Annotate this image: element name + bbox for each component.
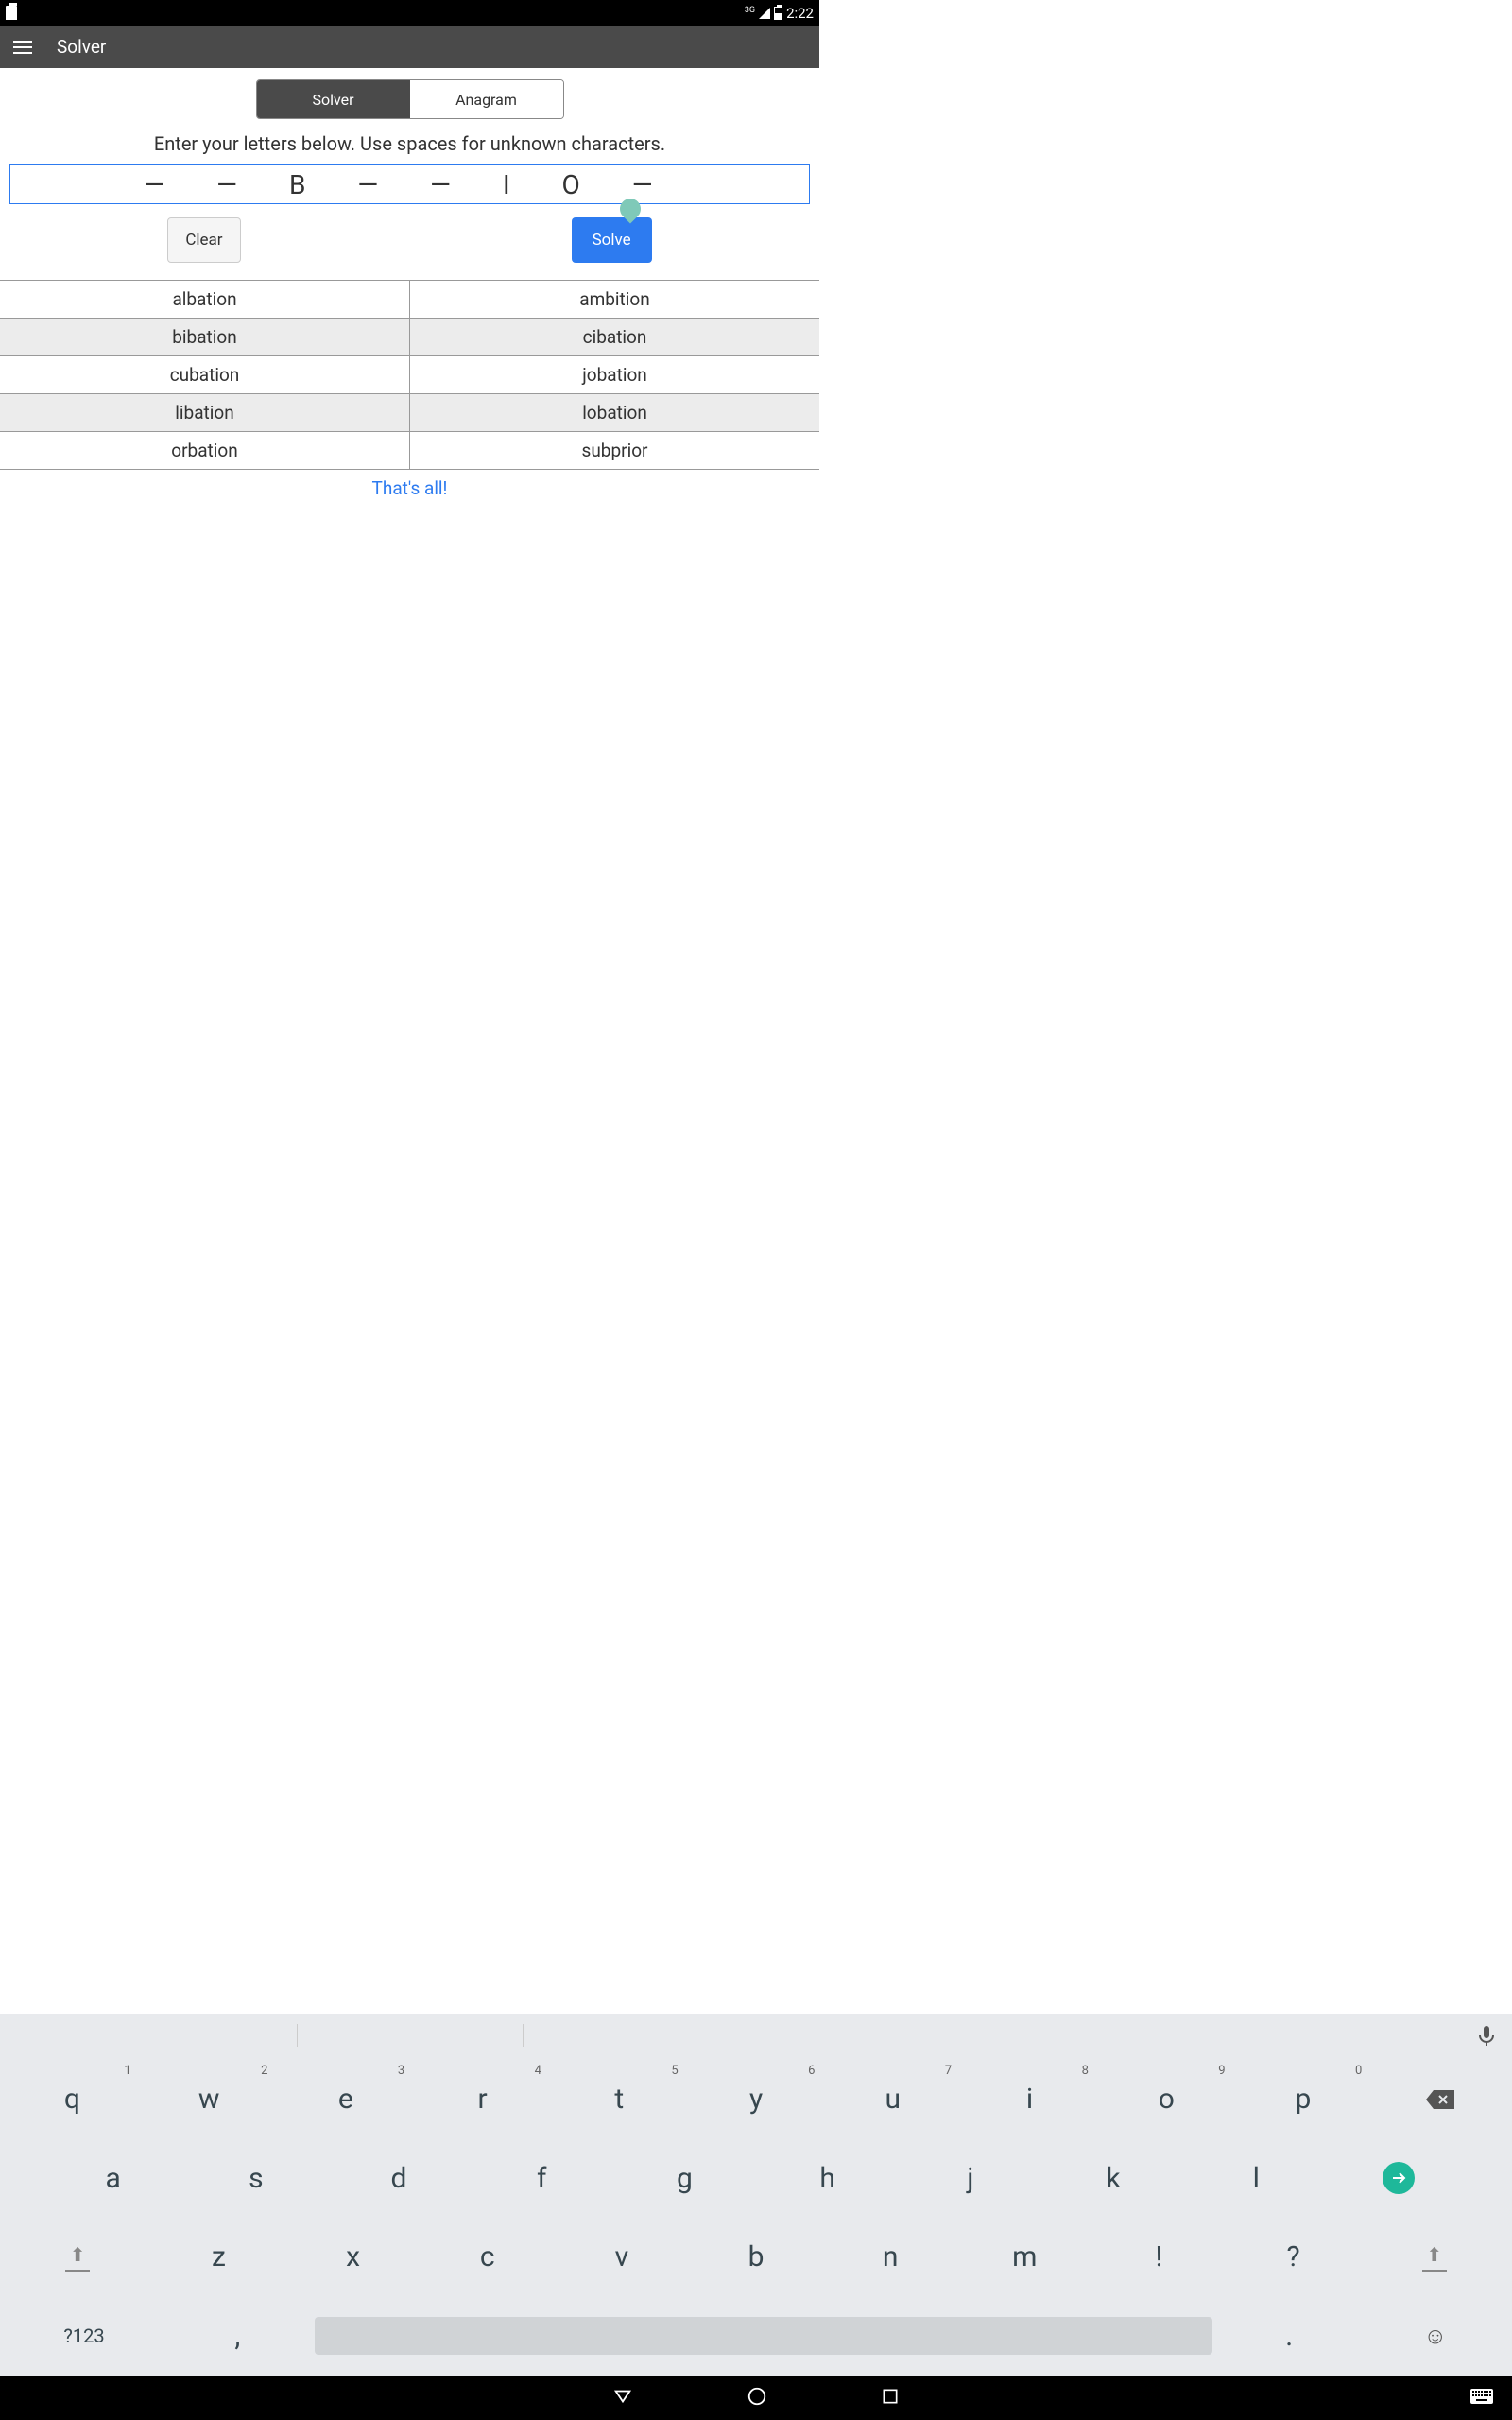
shift-key-left[interactable]: ⬆ bbox=[4, 2218, 151, 2297]
result-row: libationlobation bbox=[0, 394, 819, 432]
key-s[interactable]: s bbox=[184, 2139, 327, 2219]
results-table: albationambitionbibationcibationcubation… bbox=[0, 280, 819, 470]
key-l[interactable]: l bbox=[1185, 2139, 1328, 2219]
period-key[interactable]: . bbox=[1216, 2297, 1363, 2377]
solve-button[interactable]: Solve bbox=[572, 217, 652, 263]
key-k[interactable]: k bbox=[1041, 2139, 1184, 2219]
menu-icon[interactable] bbox=[13, 41, 32, 54]
enter-key[interactable] bbox=[1328, 2139, 1470, 2219]
shift-key-right[interactable]: ⬆ bbox=[1361, 2218, 1508, 2297]
app-bar: Solver bbox=[0, 26, 819, 68]
result-cell[interactable]: albation bbox=[0, 281, 410, 319]
key-p[interactable]: 0p bbox=[1235, 2060, 1372, 2139]
key-d[interactable]: d bbox=[327, 2139, 470, 2219]
result-cell[interactable]: cubation bbox=[0, 356, 410, 394]
tab-row: Solver Anagram bbox=[0, 68, 819, 125]
tab-solver[interactable]: Solver bbox=[257, 80, 410, 118]
instruction-text: Enter your letters below. Use spaces for… bbox=[0, 125, 819, 164]
key-y[interactable]: 6y bbox=[688, 2060, 825, 2139]
mic-icon[interactable] bbox=[1478, 2026, 1495, 2050]
result-cell[interactable]: lobation bbox=[410, 394, 819, 432]
result-row: cubationjobation bbox=[0, 356, 819, 394]
result-cell[interactable]: jobation bbox=[410, 356, 819, 394]
letters-input[interactable] bbox=[9, 164, 810, 204]
keyboard-suggestion-bar bbox=[0, 2014, 1512, 2056]
nav-bar bbox=[0, 2376, 1512, 2420]
key-c[interactable]: c bbox=[421, 2218, 555, 2297]
key-r[interactable]: 4r bbox=[414, 2060, 551, 2139]
backspace-icon[interactable] bbox=[1371, 2060, 1508, 2139]
result-row: bibationcibation bbox=[0, 319, 819, 356]
result-row: albationambition bbox=[0, 281, 819, 319]
key-o[interactable]: 9o bbox=[1098, 2060, 1235, 2139]
key-q[interactable]: 1q bbox=[4, 2060, 141, 2139]
key-v[interactable]: v bbox=[555, 2218, 689, 2297]
key-b[interactable]: b bbox=[689, 2218, 823, 2297]
key-f[interactable]: f bbox=[471, 2139, 613, 2219]
battery-icon bbox=[774, 7, 782, 20]
app-title: Solver bbox=[57, 36, 106, 58]
key-a[interactable]: a bbox=[42, 2139, 184, 2219]
result-row: orbationsubprior bbox=[0, 432, 819, 470]
result-cell[interactable]: bibation bbox=[0, 319, 410, 356]
comma-key[interactable]: , bbox=[164, 2297, 311, 2377]
result-cell[interactable]: subprior bbox=[410, 432, 819, 470]
key-![interactable]: ! bbox=[1091, 2218, 1226, 2297]
result-cell[interactable]: libation bbox=[0, 394, 410, 432]
result-cell[interactable]: ambition bbox=[410, 281, 819, 319]
nav-keyboard-icon[interactable] bbox=[1470, 2389, 1493, 2408]
symbols-key[interactable]: ?123 bbox=[4, 2297, 164, 2377]
key-u[interactable]: 7u bbox=[824, 2060, 961, 2139]
status-bar: 3G 2:22 bbox=[0, 0, 819, 26]
clear-button[interactable]: Clear bbox=[167, 217, 240, 263]
emoji-icon[interactable]: ☺ bbox=[1362, 2297, 1508, 2377]
key-w[interactable]: 2w bbox=[141, 2060, 278, 2139]
key-g[interactable]: g bbox=[613, 2139, 756, 2219]
nav-recent-icon[interactable] bbox=[881, 2387, 900, 2410]
status-time: 2:22 bbox=[786, 5, 814, 22]
tab-anagram[interactable]: Anagram bbox=[410, 80, 563, 118]
key-z[interactable]: z bbox=[151, 2218, 285, 2297]
result-cell[interactable]: orbation bbox=[0, 432, 410, 470]
key-i[interactable]: 8i bbox=[961, 2060, 1098, 2139]
key-j[interactable]: j bbox=[899, 2139, 1041, 2219]
sdcard-icon bbox=[6, 6, 17, 20]
key-?[interactable]: ? bbox=[1226, 2218, 1360, 2297]
nav-back-icon[interactable] bbox=[612, 2386, 633, 2411]
network-label: 3G bbox=[745, 6, 755, 15]
thats-all-text: That's all! bbox=[0, 470, 819, 507]
key-t[interactable]: 5t bbox=[551, 2060, 688, 2139]
result-cell[interactable]: cibation bbox=[410, 319, 819, 356]
key-h[interactable]: h bbox=[756, 2139, 899, 2219]
key-e[interactable]: 3e bbox=[277, 2060, 414, 2139]
soft-keyboard: 1q2w3e4r5t6y7u8i9o0p asdfghjkl ⬆zxcvbnm!… bbox=[0, 2014, 1512, 2376]
space-key[interactable] bbox=[311, 2297, 1216, 2377]
key-m[interactable]: m bbox=[957, 2218, 1091, 2297]
key-x[interactable]: x bbox=[286, 2218, 421, 2297]
nav-home-icon[interactable] bbox=[747, 2386, 767, 2411]
signal-icon bbox=[759, 8, 770, 19]
key-n[interactable]: n bbox=[823, 2218, 957, 2297]
